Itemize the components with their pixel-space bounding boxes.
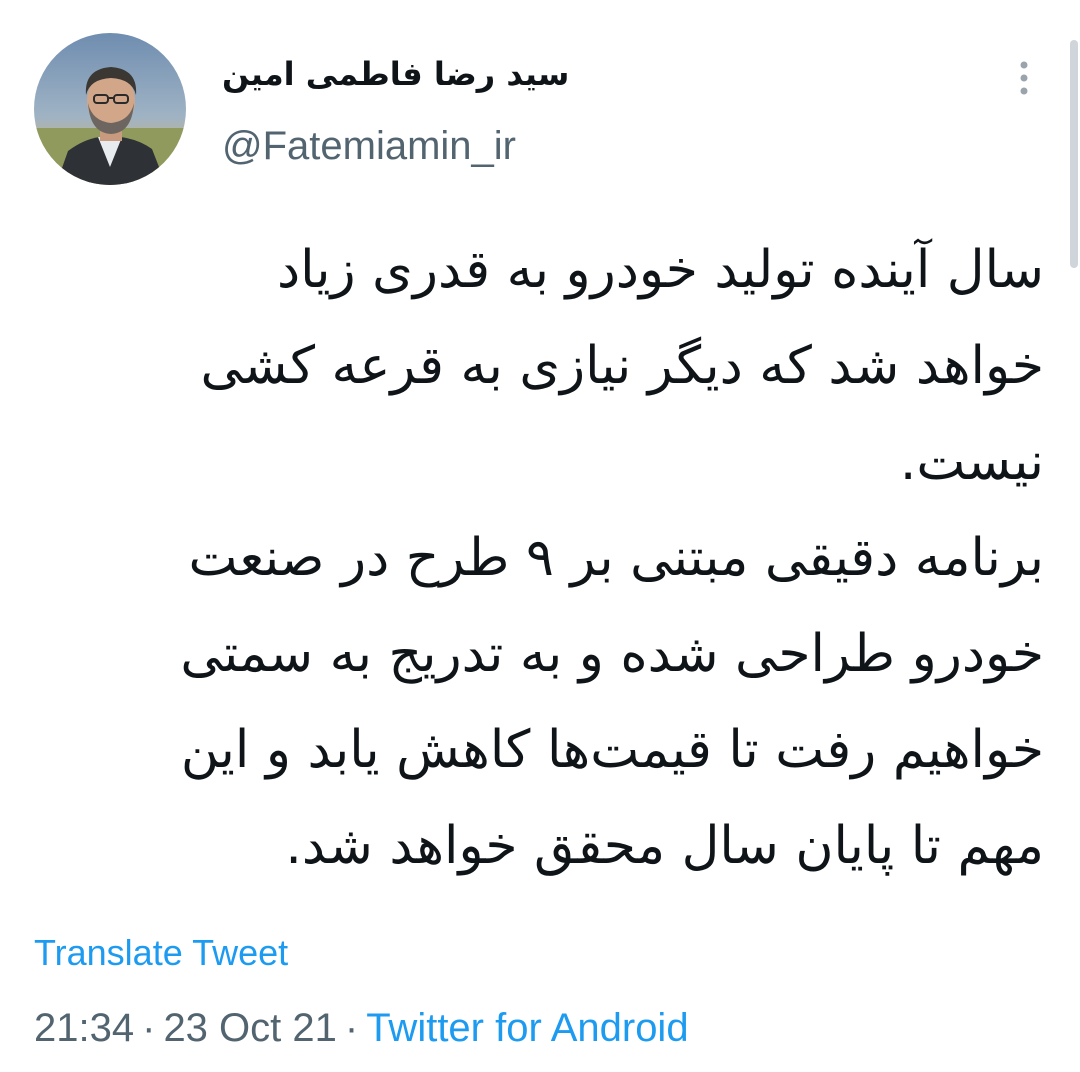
more-vertical-icon [1020, 61, 1028, 95]
translate-tweet-link[interactable]: Translate Tweet [34, 930, 288, 976]
tweet-text: سال آینده تولید خودرو به قدری زیاد خواهد… [34, 222, 1044, 894]
tweet-text-line: مهم تا پایان سال محقق خواهد شد. [285, 816, 1044, 876]
tweet-text-line: برنامه دقیقی مبتنی بر ۹ طرح در صنعت [188, 528, 1044, 588]
author-display-name[interactable]: سید رضا فاطمی امین [222, 52, 569, 96]
tweet-meta: 21:34 · 23 Oct 21 · Twitter for Android [34, 1002, 689, 1054]
profile-photo-icon [34, 33, 186, 185]
tweet-time[interactable]: 21:34 [34, 1006, 134, 1050]
author-handle[interactable]: @Fatemiamin_ir [222, 122, 516, 170]
tweet-page: سید رضا فاطمی امین @Fatemiamin_ir سال آی… [0, 0, 1080, 1072]
scrollbar-thumb[interactable] [1070, 40, 1078, 268]
tweet-text-line: خواهد شد که دیگر نیازی به قرعه کشی [200, 336, 1044, 396]
meta-separator: · [142, 1006, 156, 1050]
meta-separator: · [344, 1006, 359, 1050]
tweet-text-line: سال آینده تولید خودرو به قدری زیاد [277, 240, 1044, 300]
tweet-date[interactable]: 23 Oct 21 [163, 1006, 336, 1050]
tweet-text-line: خواهیم رفت تا قیمت‌ها کاهش یابد و این [180, 720, 1044, 780]
tweet-source-link[interactable]: Twitter for Android [366, 1006, 688, 1050]
avatar[interactable] [34, 33, 186, 185]
tweet-text-line: خودرو طراحی شده و به تدریج به سمتی [180, 624, 1044, 684]
scrollbar[interactable] [1066, 0, 1080, 1072]
more-options-button[interactable] [1004, 56, 1044, 100]
tweet-text-line: نیست. [899, 432, 1044, 492]
